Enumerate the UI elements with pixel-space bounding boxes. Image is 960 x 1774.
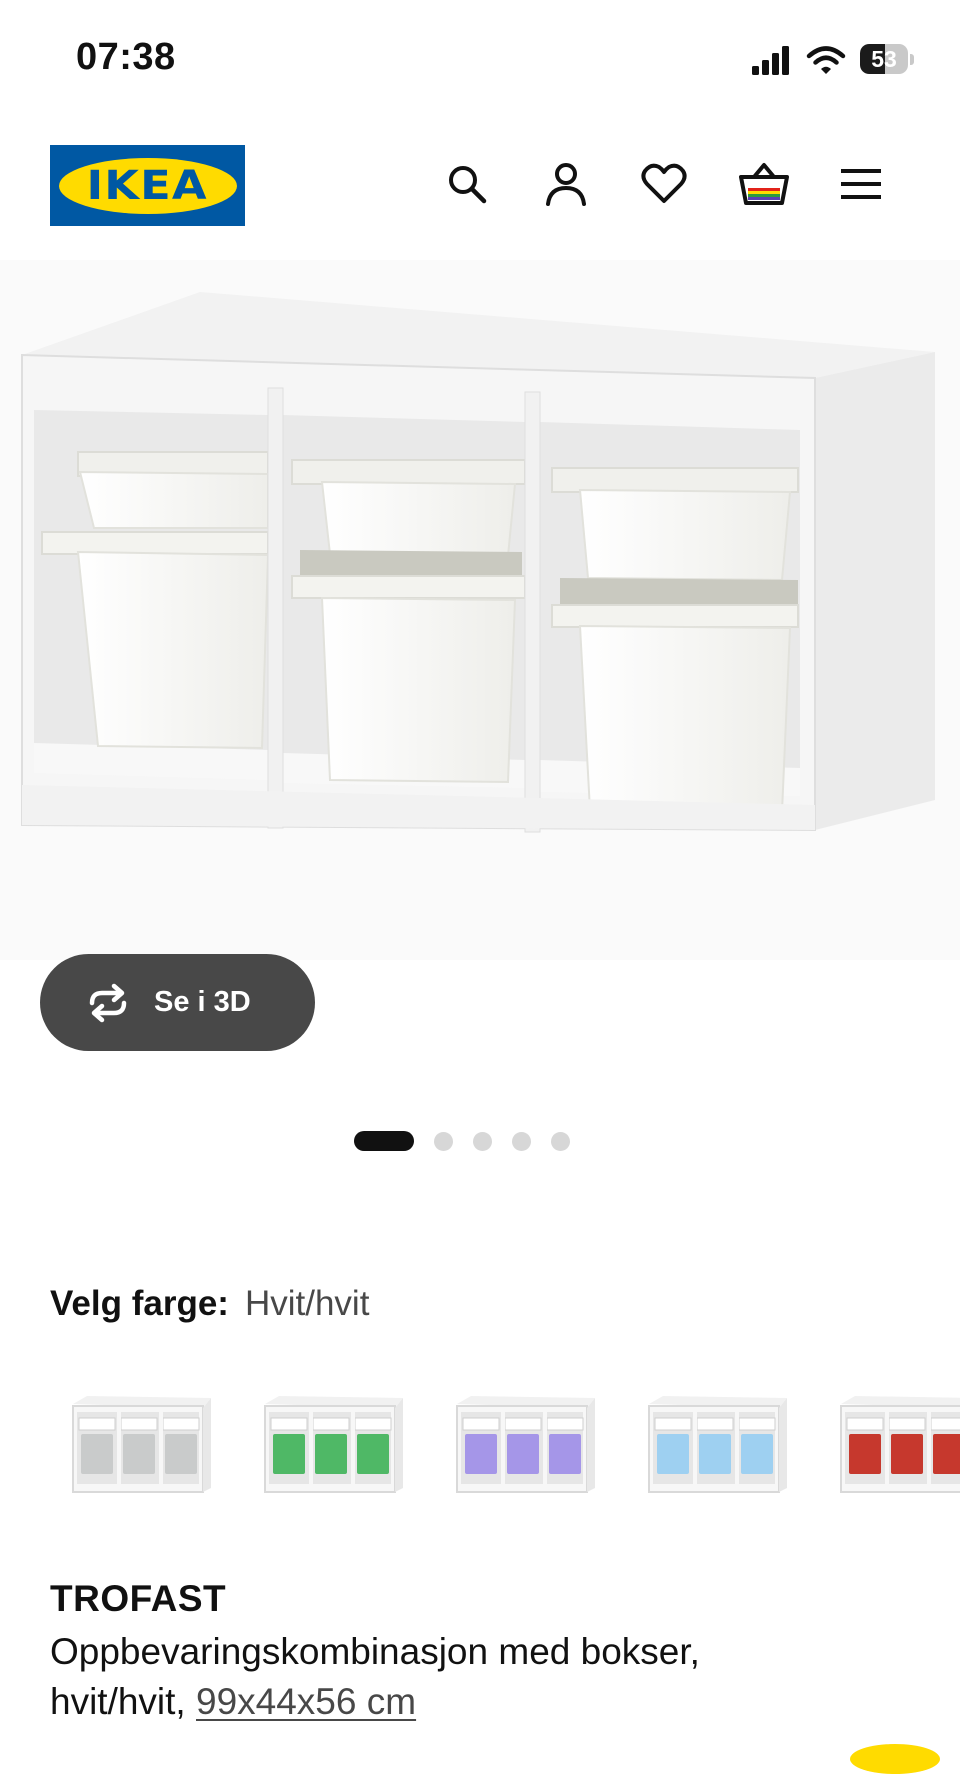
selected-color: Hvit/hvit: [244, 1284, 370, 1323]
product-description: Oppbevaringskombinasjon med bokser, hvit…: [50, 1627, 910, 1727]
product-name: TROFAST: [50, 1578, 227, 1619]
site-header: IKEA: [0, 140, 960, 230]
account-icon[interactable]: [540, 158, 592, 210]
cellular-signal-icon: [752, 46, 789, 75]
floating-action-peek[interactable]: [850, 1744, 940, 1774]
status-time: 07:38: [76, 36, 176, 78]
wishlist-heart-icon[interactable]: [638, 158, 690, 210]
carousel-dot-3[interactable]: [473, 1131, 492, 1151]
rotate-3d-icon: [89, 983, 127, 1022]
swatch-green[interactable]: [257, 1390, 407, 1505]
view-in-3d-button[interactable]: Se i 3D: [40, 954, 315, 1051]
color-swatch-row: [0, 1390, 960, 1515]
status-icons: 53: [752, 40, 916, 80]
search-icon[interactable]: [441, 158, 493, 210]
battery-level: 53: [871, 46, 897, 72]
battery-indicator: 53: [860, 44, 916, 76]
product-description-line2: hvit/hvit,: [50, 1681, 186, 1722]
carousel-dot-2[interactable]: [434, 1131, 453, 1151]
wifi-icon: [806, 46, 846, 74]
swatch-light-blue[interactable]: [641, 1390, 791, 1505]
status-bar: 07:38 53: [0, 0, 960, 110]
ikea-logo[interactable]: IKEA: [50, 145, 245, 226]
product-size-link[interactable]: 99x44x56 cm: [196, 1681, 416, 1722]
view-in-3d-label: Se i 3D: [154, 986, 251, 1018]
logo-text: IKEA: [86, 162, 209, 209]
color-picker: Velg farge: Hvit/hvit: [50, 1284, 369, 1324]
carousel-dot-1[interactable]: [354, 1131, 414, 1151]
menu-icon[interactable]: [835, 158, 887, 210]
carousel-dot-5[interactable]: [551, 1131, 570, 1151]
color-picker-label: Velg farge:: [50, 1284, 229, 1323]
product-description-line1: Oppbevaringskombinasjon med bokser,: [50, 1631, 700, 1672]
swatch-red[interactable]: [833, 1390, 960, 1505]
carousel-indicator: [0, 1130, 942, 1152]
carousel-dot-4[interactable]: [512, 1131, 531, 1151]
swatch-lilac[interactable]: [449, 1390, 599, 1505]
swatch-grey[interactable]: [65, 1390, 215, 1505]
shopping-basket-icon[interactable]: [738, 158, 790, 210]
product-image[interactable]: [0, 260, 960, 960]
